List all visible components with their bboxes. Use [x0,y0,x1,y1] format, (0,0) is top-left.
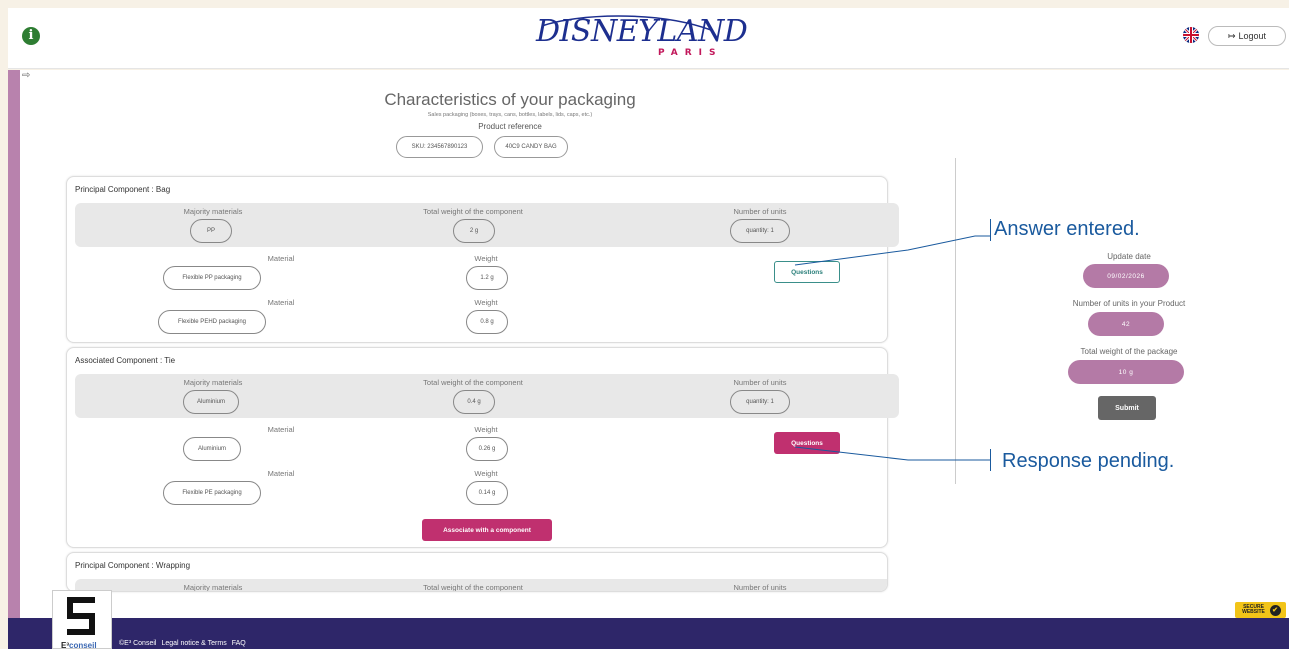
component-summary-row: Majority materials Total weight of the c… [75,579,887,592]
weight-label: Weight [474,254,498,263]
number-of-units-label: Number of units [733,378,787,387]
check-icon: ✔ [1269,604,1281,616]
logo-main-text: DISNEYLAND [536,14,748,49]
page-subtitle: Sales packaging (boxes, trays, cans, bot… [427,112,593,118]
questions-button-pending[interactable]: Questions [774,432,840,454]
header: i DISNEYLAND PARIS ↦ Logout [8,8,1289,69]
weight-value: 0.14 g [466,481,508,505]
faq-link[interactable]: FAQ [232,640,246,647]
e3-conseil-logo: E³conseil [52,590,112,649]
total-package-weight-label: Total weight of the package [1080,347,1178,356]
disneyland-paris-logo: DISNEYLAND PARIS [536,12,776,64]
material-value: Flexible PEHD packaging [158,310,266,334]
logout-button[interactable]: ↦ Logout [1208,26,1286,46]
component-title: Associated Component : Tie [75,356,176,365]
weight-label: Weight [474,298,498,307]
copyright-text: ©E³ Conseil [119,640,157,647]
number-of-units-label: Number of units [733,207,787,216]
component-card-bag: Principal Component : Bag Majority mater… [66,176,899,343]
associate-component-button[interactable]: Associate with a component [422,519,552,541]
product-reference-label: Product reference [478,122,542,131]
sku-pill: SKU: 234567890123 [396,136,483,158]
left-sidebar-bar [8,70,20,618]
annotation-marker [990,449,991,471]
majority-materials-label: Majority materials [183,207,243,216]
uk-flag-icon[interactable] [1183,27,1199,43]
legal-notice-link[interactable]: Legal notice & Terms [161,640,226,647]
majority-material-value: Aluminium [183,390,239,414]
material-label: Material [267,425,295,434]
units-value: quantity: 1 [730,390,790,414]
secure-website-badge: SECURE WEBSITE ✔ [1235,602,1286,618]
component-title: Principal Component : Wrapping [75,561,191,570]
units-in-product-label: Number of units in your Product [1072,299,1186,308]
units-in-product-value: 42 [1088,312,1164,336]
component-card-wrapping: Principal Component : Wrapping Majority … [66,552,888,592]
footer-links: ©E³ Conseil Legal notice & Terms FAQ [119,640,246,647]
total-weight-label: Total weight of the component [423,207,523,216]
footer: ©E³ Conseil Legal notice & Terms FAQ [8,618,1289,649]
weight-label: Weight [474,469,498,478]
logo-sub-text: PARIS [658,48,723,58]
e3-logo-mark-icon [67,597,95,635]
material-value: Flexible PE packaging [163,481,261,505]
weight-value: 0.26 g [466,437,508,461]
e3-logo-text: E³conseil [61,641,97,649]
component-summary-row: Majority materials PP Total weight of th… [75,203,899,247]
update-date-label: Update date [1107,252,1151,261]
component-card-tie: Associated Component : Tie Majority mate… [66,347,899,548]
weight-value: 0.8 g [466,310,508,334]
material-value: Aluminium [183,437,241,461]
total-weight-label: Total weight of the component [423,378,523,387]
weight-value: 1.2 g [466,266,508,290]
total-weight-value: 2 g [453,219,495,243]
majority-materials-label: Majority materials [183,378,243,387]
total-weight-value: 0.4 g [453,390,495,414]
material-label: Material [267,469,295,478]
logout-icon: ↦ [1227,30,1236,41]
annotation-answer-entered: Answer entered. [994,218,1140,240]
annotation-response-pending: Response pending. [1002,450,1175,472]
majority-materials-label: Majority materials [183,583,243,592]
questions-button-answered[interactable]: Questions [774,261,840,283]
logout-label: Logout [1238,31,1267,41]
secure-badge-text: SECURE WEBSITE [1242,604,1265,615]
submit-button[interactable]: Submit [1098,396,1156,420]
product-name-pill: 40C9 CANDY BAG [494,136,568,158]
panel-divider [955,158,956,484]
total-package-weight-value: 10 g [1068,360,1184,384]
units-value: quantity: 1 [730,219,790,243]
total-weight-label: Total weight of the component [423,583,523,592]
weight-label: Weight [474,425,498,434]
material-value: Flexible PP packaging [163,266,261,290]
update-date-value: 09/02/2026 [1083,264,1169,288]
annotation-marker [990,219,991,241]
info-icon[interactable]: i [22,27,40,45]
number-of-units-label: Number of units [733,583,787,592]
expand-sidebar-arrow-icon[interactable]: ⇨ [22,70,30,81]
main-content: ⇨ Characteristics of your packaging Sale… [20,70,1289,618]
component-summary-row: Majority materials Aluminium Total weigh… [75,374,899,418]
majority-material-value: PP [190,219,232,243]
material-label: Material [267,254,295,263]
material-label: Material [267,298,295,307]
page-title: Characteristics of your packaging [384,90,636,109]
component-title: Principal Component : Bag [75,185,171,194]
